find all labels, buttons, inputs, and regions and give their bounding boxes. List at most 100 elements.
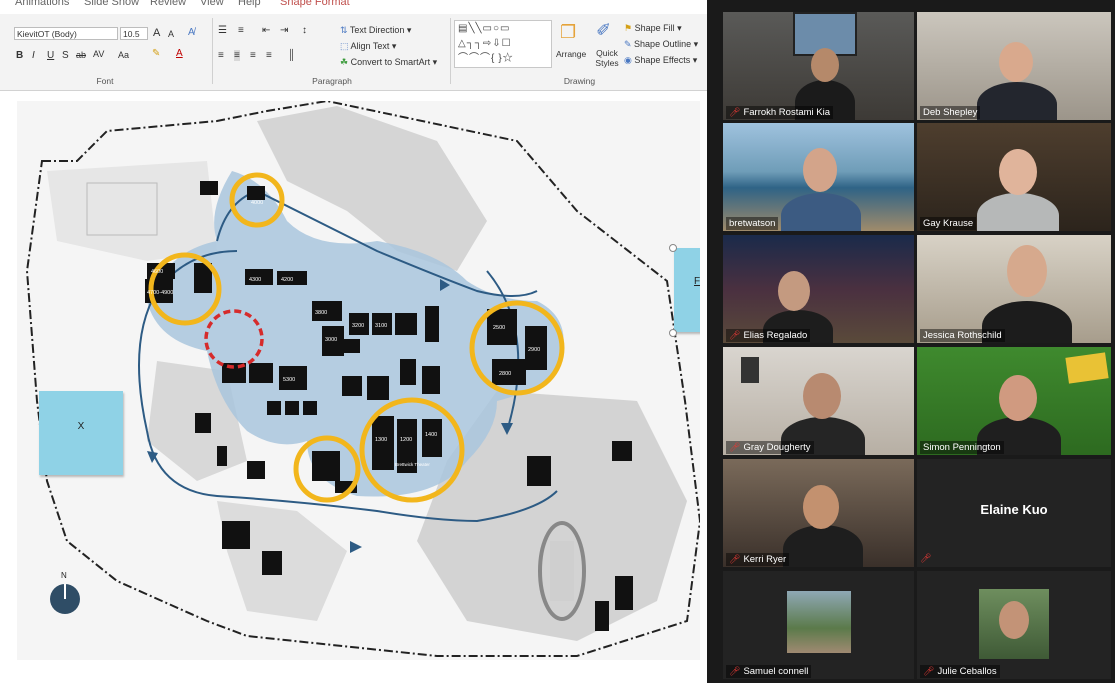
tab-animations[interactable]: Animations [15, 0, 69, 8]
participant-video [977, 193, 1059, 231]
sticky-note-text: Fo [694, 276, 700, 287]
shapes-gallery[interactable]: ▤╲╲▭○▭ △┐┐⇨⇩☐ ⌒⌒⌒{ }☆ [454, 20, 552, 68]
change-case-button[interactable]: Aa [118, 50, 129, 60]
svg-text:3800: 3800 [315, 310, 327, 316]
char-spacing-icon[interactable]: AV [93, 49, 104, 59]
convert-smartart-button[interactable]: ☘ Convert to SmartArt ▾ [340, 56, 437, 68]
participant-name-text: Jessica Rothschild [923, 330, 1002, 341]
paragraph-group-label: Paragraph [312, 76, 352, 86]
underline-button[interactable]: U [47, 50, 54, 61]
slide-canvas[interactable]: 4000 4600 4200 4300 4700-4900 3800 3000 … [17, 101, 700, 660]
justify-icon[interactable]: ≡ [266, 50, 272, 61]
team-logo [1065, 352, 1109, 384]
participant-name-text: Deb Shepley [923, 107, 978, 118]
participant-tile[interactable]: 🎤︎ Kerri Ryer [723, 459, 914, 567]
convert-smartart-label: Convert to SmartArt [350, 57, 431, 67]
muted-mic-icon: 🎤︎ [729, 107, 741, 117]
increase-indent-icon[interactable]: ⇥ [280, 25, 288, 36]
participant-tile[interactable]: 🎤︎ Gray Dougherty [723, 347, 914, 455]
paint-bucket-icon: ⚑ [624, 23, 635, 33]
svg-text:3100: 3100 [375, 323, 387, 329]
svg-text:4000: 4000 [251, 200, 263, 206]
selection-handle[interactable] [669, 244, 677, 252]
shape-outline-button[interactable]: ✎ Shape Outline ▾ [624, 38, 698, 50]
font-family-select[interactable]: KievitOT (Body) [14, 27, 118, 40]
font-size-select[interactable]: 10.5 [120, 27, 148, 40]
sticky-note-right[interactable]: Fo [674, 248, 700, 332]
participant-name: Deb Shepley [920, 106, 981, 119]
sticky-note-left[interactable]: X [39, 391, 123, 475]
participant-name: 🎤︎ Gray Dougherty [726, 441, 814, 454]
arrange-icon[interactable]: ❐ [560, 22, 576, 43]
athletic-field-area [47, 161, 217, 261]
route-arrow [350, 541, 362, 553]
shrink-font-button[interactable]: A [168, 29, 174, 39]
shape-fill-button[interactable]: ⚑ Shape Fill ▾ [624, 22, 682, 34]
participant-tile[interactable]: 🎤︎ Farrokh Rostami Kia [723, 12, 914, 120]
drawing-group-label: Drawing [563, 76, 596, 86]
tab-review[interactable]: Review [150, 0, 186, 8]
decrease-indent-icon[interactable]: ⇤ [262, 25, 270, 36]
quick-styles-button[interactable]: Quick Styles [590, 48, 624, 68]
participant-face [999, 375, 1037, 421]
participant-face [778, 271, 810, 311]
tab-shape-format[interactable]: Shape Format [280, 0, 350, 8]
tab-view[interactable]: View [200, 0, 224, 8]
highlight-color-icon[interactable]: ✎ [152, 48, 160, 59]
tab-slide-show[interactable]: Slide Show [84, 0, 139, 8]
participant-name-text: Julie Ceballos [937, 666, 997, 677]
shape-effects-button[interactable]: ◉ Shape Effects ▾ [624, 54, 697, 66]
clear-formatting-icon[interactable]: A̸ [188, 27, 195, 38]
tab-help[interactable]: Help [238, 0, 261, 8]
participant-name: 🎤︎ Elias Regalado [726, 329, 811, 342]
strikethrough-button[interactable]: ab [76, 50, 86, 60]
participant-tile-video-off[interactable]: Elaine Kuo 🎤︎ [917, 459, 1111, 567]
svg-text:2800: 2800 [499, 371, 511, 377]
participant-tile[interactable]: Jessica Rothschild [917, 235, 1111, 343]
participant-face [811, 48, 839, 82]
participant-name: Gay Krause [920, 217, 977, 230]
participant-name: 🎤︎ Samuel connell [726, 665, 812, 678]
italic-button[interactable]: I [32, 50, 35, 61]
participant-tile[interactable]: Gay Krause [917, 123, 1111, 231]
text-direction-button[interactable]: ⇅ Text Direction ▾ [340, 24, 411, 36]
font-group: KievitOT (Body) 10.5 A A A̸ B I U S ab A… [0, 14, 210, 90]
participant-tile[interactable]: Deb Shepley [917, 12, 1111, 120]
shadow-button[interactable]: S [62, 50, 69, 61]
shape-effects-label: Shape Effects [634, 55, 691, 65]
participant-name: 🎤︎ [920, 548, 934, 566]
participant-face [803, 373, 841, 419]
paragraph-group: ☰ ≡ ⇤ ⇥ ↕ ≡ ≡ ≡ ≡ ║ ⇅ Text Direction ▾ ⬚… [214, 14, 450, 90]
participant-tile[interactable]: bretwatson [723, 123, 914, 231]
bullets-icon[interactable]: ☰ [218, 25, 227, 36]
grow-font-button[interactable]: A [153, 27, 160, 39]
participant-name: 🎤︎ Kerri Ryer [726, 553, 790, 566]
participant-name: bretwatson [726, 217, 779, 230]
svg-text:1300: 1300 [375, 437, 387, 443]
selection-handle[interactable] [669, 329, 677, 337]
line-spacing-icon[interactable]: ↕ [302, 25, 307, 36]
text-direction-icon: ⇅ [340, 25, 350, 35]
participant-name-text: Simon Pennington [923, 442, 1001, 453]
participant-tile[interactable]: 🎤︎ Elias Regalado [723, 235, 914, 343]
participant-tile-active-speaker[interactable]: Simon Pennington [917, 347, 1111, 455]
muted-mic-icon: 🎤︎ [923, 666, 935, 676]
font-color-button[interactable]: A [176, 48, 183, 59]
align-left-icon[interactable]: ≡ [218, 50, 224, 61]
align-center-icon[interactable]: ≡ [234, 50, 240, 61]
participant-name-large: Elaine Kuo [980, 502, 1048, 517]
arrange-button[interactable]: Arrange [556, 48, 586, 60]
svg-text:5300: 5300 [283, 377, 295, 383]
quick-styles-icon[interactable]: ✐ [596, 20, 611, 41]
participant-tile[interactable]: 🎤︎ Samuel connell [723, 571, 914, 679]
columns-icon[interactable]: ║ [288, 50, 295, 61]
bold-button[interactable]: B [16, 50, 23, 61]
numbering-icon[interactable]: ≡ [238, 25, 244, 36]
participant-tile[interactable]: 🎤︎ Julie Ceballos [917, 571, 1111, 679]
align-text-button[interactable]: ⬚ Align Text ▾ [340, 40, 396, 52]
participant-video [977, 82, 1057, 120]
effects-icon: ◉ [624, 55, 635, 65]
svg-text:4600: 4600 [151, 269, 163, 275]
align-right-icon[interactable]: ≡ [250, 50, 256, 61]
font-group-label: Font [96, 76, 114, 86]
